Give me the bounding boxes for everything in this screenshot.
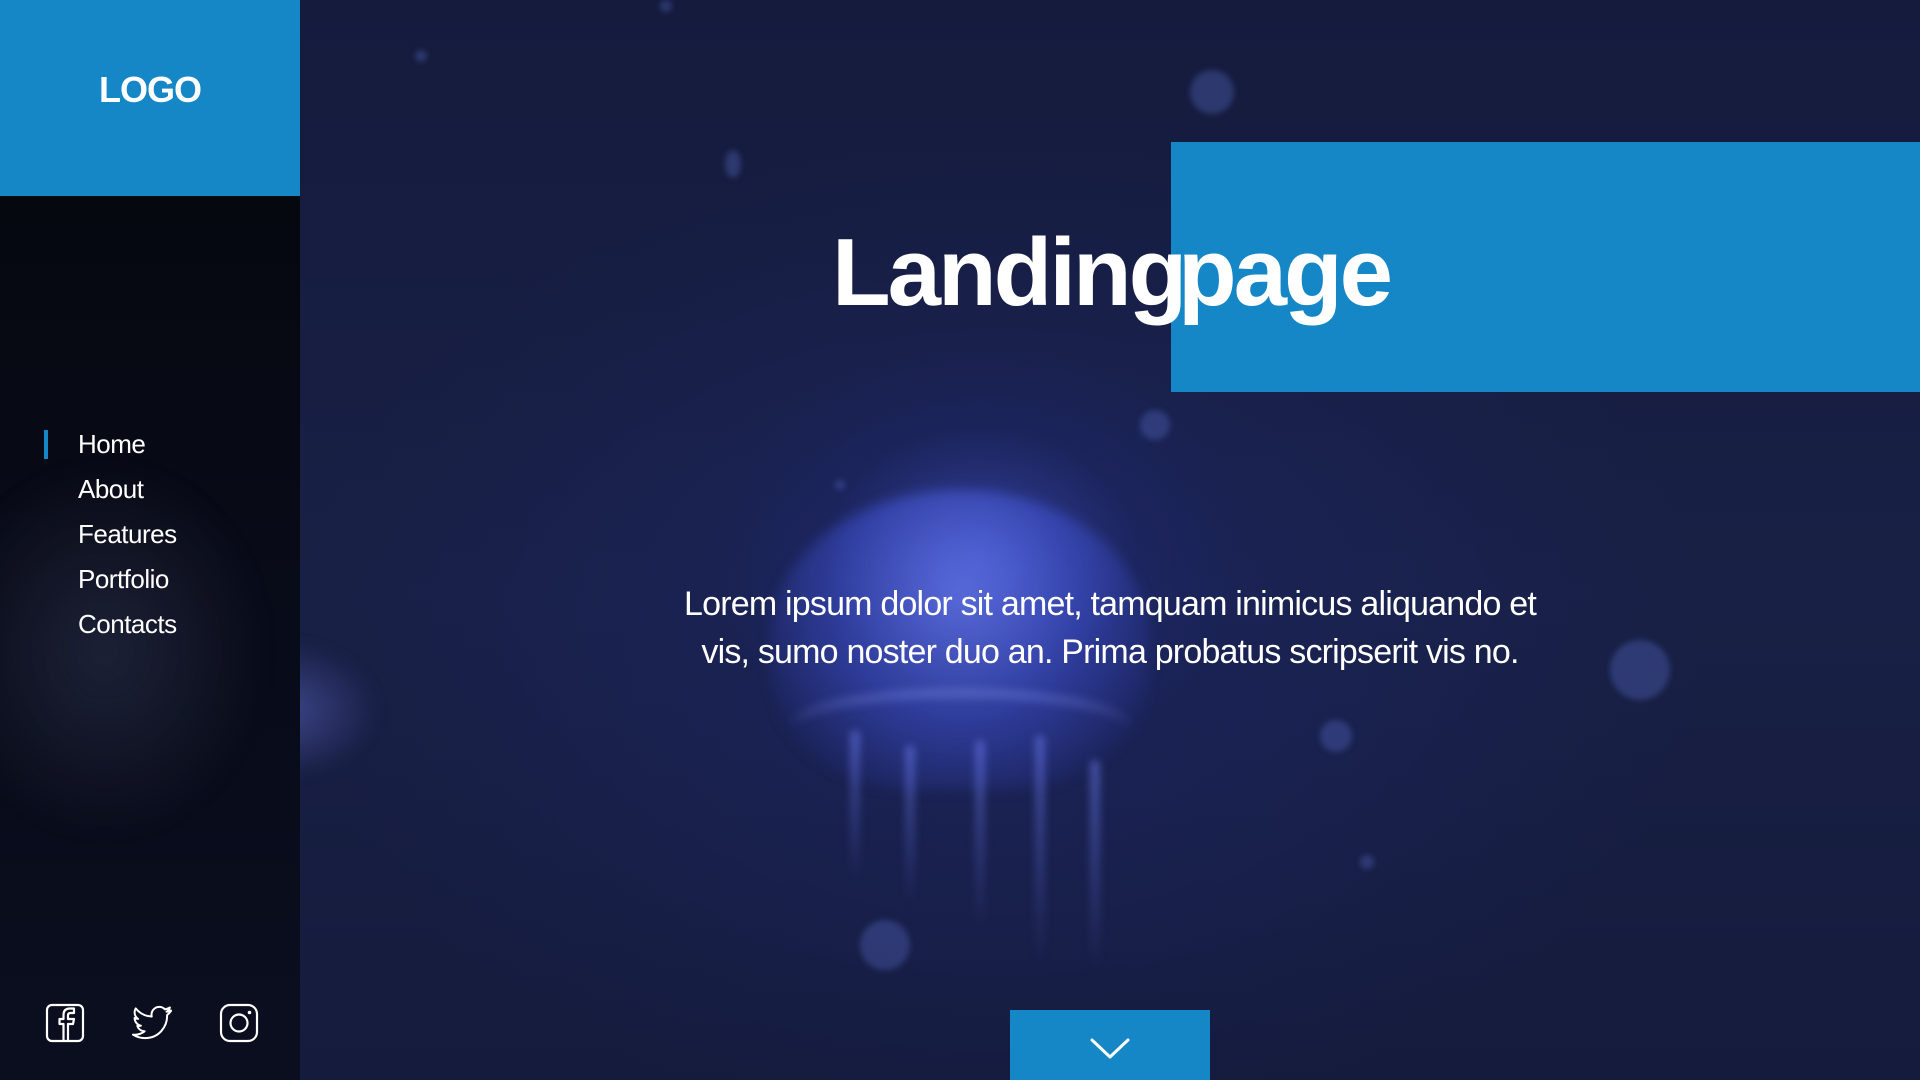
page-title-word-2: page: [1178, 219, 1393, 326]
nav-item-features[interactable]: Features: [0, 512, 300, 557]
nav-item-contacts[interactable]: Contacts: [0, 602, 300, 647]
facebook-icon[interactable]: [44, 1002, 86, 1044]
twitter-icon[interactable]: [131, 1002, 173, 1044]
social-links: [44, 1002, 260, 1044]
background-particle: [660, 0, 672, 12]
nav-item-portfolio[interactable]: Portfolio: [0, 557, 300, 602]
nav-item-about[interactable]: About: [0, 467, 300, 512]
background-particle: [1360, 855, 1374, 869]
instagram-icon[interactable]: [218, 1002, 260, 1044]
background-particle: [725, 150, 741, 178]
background-particle: [1320, 720, 1352, 752]
background-particle: [835, 480, 845, 490]
background-particle: [1190, 70, 1234, 114]
hero-description-line-1: Lorem ipsum dolor sit amet, tamquam inim…: [683, 585, 1537, 623]
jellyfish-tentacle: [1035, 735, 1045, 965]
background-particle: [1610, 640, 1670, 700]
jellyfish-rim: [790, 690, 1130, 766]
jellyfish-tentacle: [905, 745, 915, 905]
page-title-word-1: Landing: [832, 219, 1187, 326]
nav-item-home[interactable]: Home: [0, 422, 300, 467]
logo[interactable]: LOGO: [0, 0, 300, 196]
background-particle: [415, 50, 427, 62]
jellyfish-tentacle: [1090, 760, 1100, 970]
background-particle: [860, 920, 910, 970]
chevron-down-icon: [1090, 1038, 1130, 1059]
jellyfish-tentacle: [850, 730, 860, 880]
hero-description-line-2: vis, sumo noster duo an. Prima probatus …: [701, 633, 1519, 671]
background-particle: [1140, 410, 1170, 440]
sidebar: LOGO Home About Features Portfolio Conta…: [0, 0, 300, 1080]
hero-description: Lorem ipsum dolor sit amet, tamquam inim…: [620, 580, 1600, 676]
jellyfish-tentacle: [975, 740, 985, 930]
sidebar-nav: Home About Features Portfolio Contacts: [0, 422, 300, 647]
logo-text: LOGO: [99, 69, 202, 110]
scroll-down-button[interactable]: [1010, 1010, 1210, 1080]
